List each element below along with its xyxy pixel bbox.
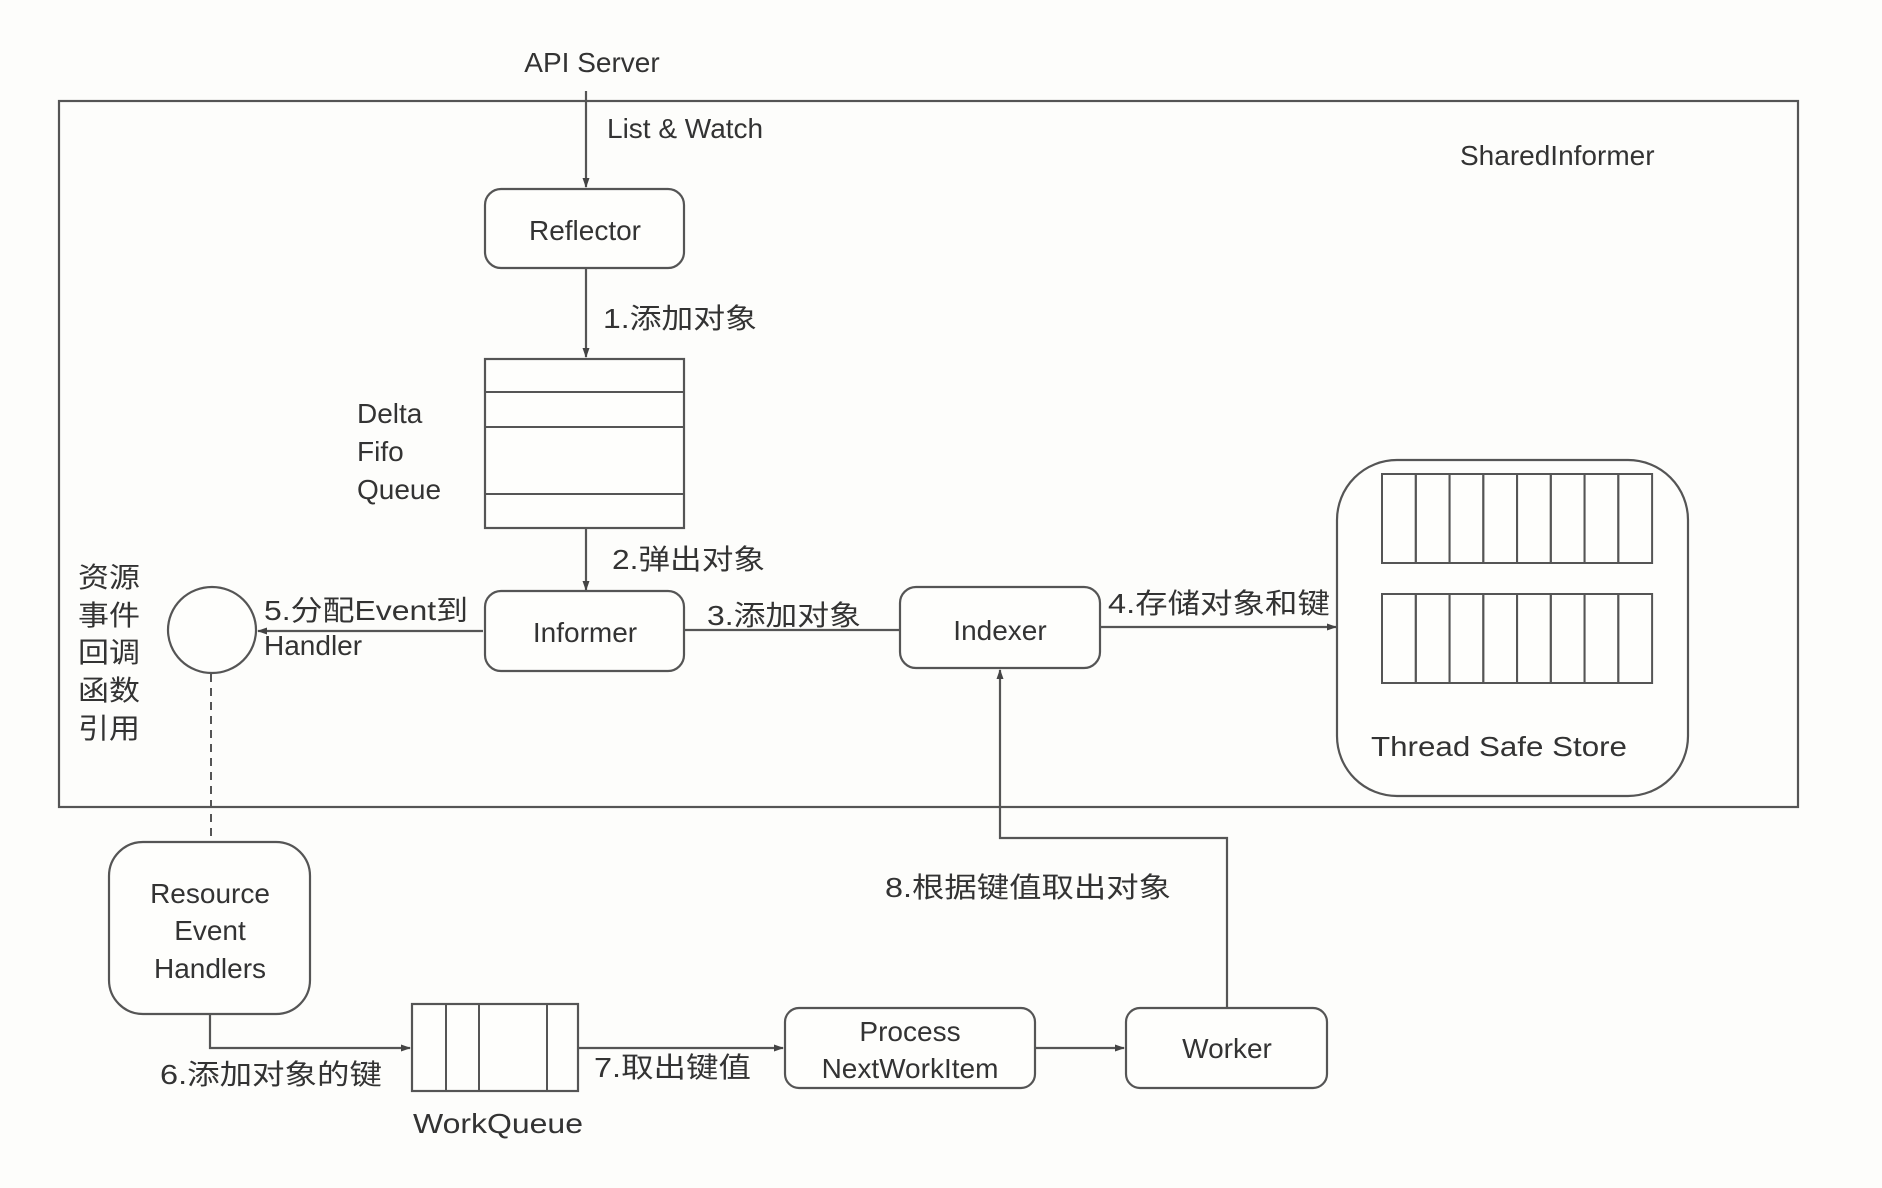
worker-label: Worker (1182, 1033, 1272, 1064)
callback-label-line3: 回调 (78, 637, 140, 668)
step5-label-line2: Handler (264, 630, 362, 661)
reflector-label: Reflector (529, 215, 641, 246)
step7-label: 7.取出键值 (594, 1052, 751, 1083)
work-queue-label: WorkQueue (413, 1108, 583, 1139)
informer-architecture-diagram: API Server SharedInformer List & Watch R… (57, 47, 1800, 1139)
informer-node[interactable]: Informer (483, 589, 686, 673)
callback-label-line2: 事件 (78, 600, 140, 631)
resource-event-handlers-node[interactable]: Resource Event Handlers (107, 840, 312, 1016)
step4-label: 4.存储对象和键 (1108, 588, 1330, 619)
step8-arrow (996, 669, 1229, 1008)
reh-label-line1: Resource (150, 878, 270, 909)
reh-label-line3: Handlers (154, 953, 266, 984)
callback-reference-label: 资源 事件 回调 函数 引用 (78, 562, 140, 744)
step6-label: 6.添加对象的键 (160, 1059, 382, 1090)
callback-label-line4: 函数 (78, 675, 140, 706)
list-watch-label: List & Watch (607, 113, 763, 144)
indexer-label: Indexer (953, 615, 1046, 646)
delta-fifo-queue-node[interactable] (483, 357, 686, 530)
thread-safe-store-label: Thread Safe Store (1371, 731, 1627, 762)
shared-informer-title: SharedInformer (1460, 140, 1655, 171)
callback-label-line1: 资源 (78, 562, 140, 593)
indexer-node[interactable]: Indexer (898, 585, 1102, 670)
thread-safe-store-node[interactable]: Thread Safe Store (1335, 458, 1690, 798)
step5-label-line1: 5.分配Event到 (264, 595, 468, 626)
api-server-label: API Server (524, 47, 659, 78)
process-label-line1: Process (859, 1016, 960, 1047)
step2-label: 2.弹出对象 (612, 544, 765, 575)
step1-label: 1.添加对象 (603, 303, 757, 334)
worker-node[interactable]: Worker (1124, 1006, 1329, 1090)
step8-label: 8.根据键值取出对象 (885, 872, 1171, 903)
work-queue-node[interactable] (410, 1002, 580, 1093)
process-next-work-item-node[interactable]: Process NextWorkItem (783, 1006, 1037, 1090)
callback-reference-circle[interactable] (166, 585, 258, 675)
callback-label-line5: 引用 (78, 713, 140, 744)
reh-label-line2: Event (174, 915, 246, 946)
informer-label: Informer (533, 617, 637, 648)
delta-fifo-label-line2: Fifo (357, 436, 404, 467)
process-label-line2: NextWorkItem (822, 1053, 999, 1084)
step3-label: 3.添加对象 (707, 600, 861, 631)
delta-fifo-label-line1: Delta (357, 398, 423, 429)
reflector-node[interactable]: Reflector (483, 187, 686, 270)
step6-arrow (208, 1014, 411, 1052)
delta-fifo-label-line3: Queue (357, 474, 441, 505)
